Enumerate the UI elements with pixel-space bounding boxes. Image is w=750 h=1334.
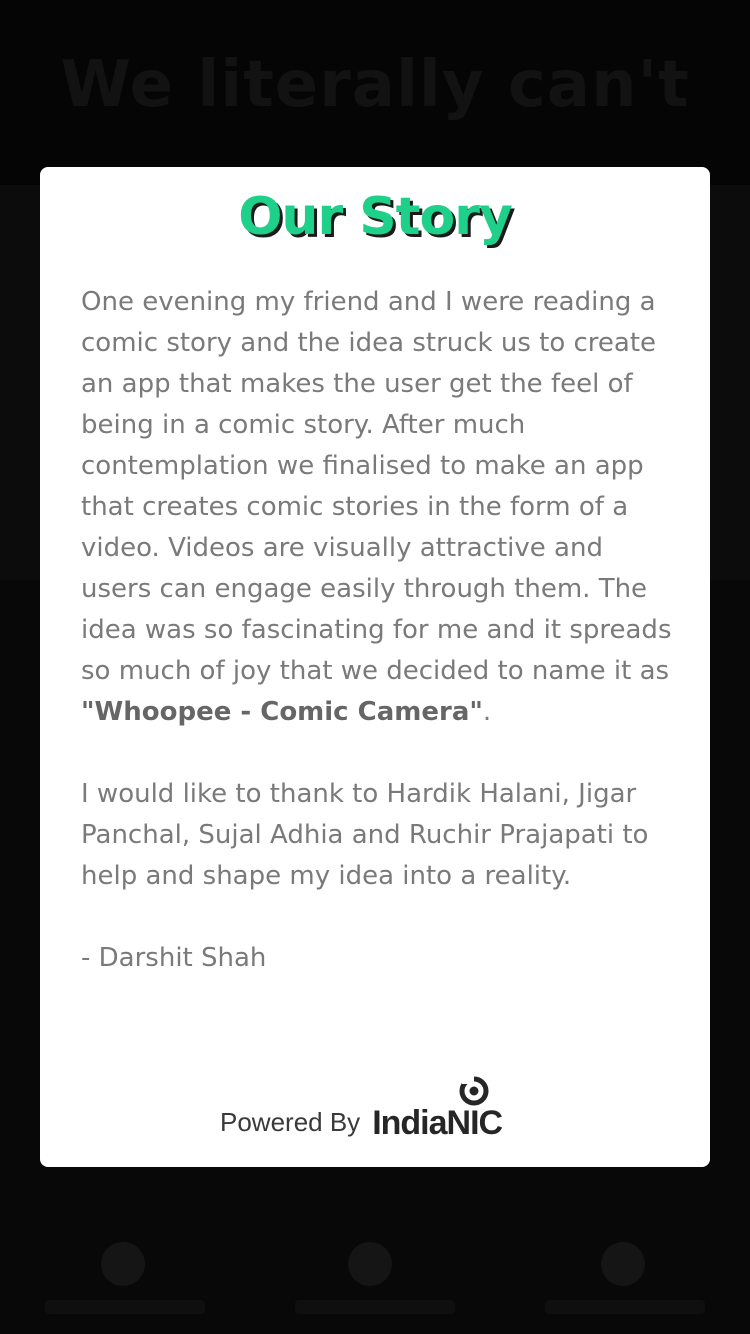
app-name: "Whoopee - Comic Camera"	[81, 697, 483, 727]
bg-nav-icon-left	[101, 1242, 145, 1286]
story-paragraph-1: One evening my friend and I were reading…	[81, 282, 681, 733]
modal-title: Our Story	[238, 187, 513, 247]
powered-by-row[interactable]: Powered By IndiaNIC	[220, 1074, 503, 1146]
story-signature: - Darshit Shah	[81, 943, 267, 973]
bg-nav-label-left	[45, 1300, 205, 1314]
bg-nav-icon-right	[601, 1242, 645, 1286]
bg-nav-label-right	[545, 1300, 705, 1314]
brand-name: IndiaNIC	[372, 1104, 503, 1142]
bg-nav-label-center	[295, 1300, 455, 1314]
story-paragraph-2: I would like to thank to Hardik Halani, …	[81, 779, 649, 891]
powered-by-label: Powered By	[220, 1107, 361, 1137]
story-body: One evening my friend and I were reading…	[81, 282, 681, 1020]
bg-nav-icon-center	[348, 1242, 392, 1286]
background-headline: We literally can't	[60, 48, 690, 122]
brand-logo-wordmark[interactable]: IndiaNIC	[372, 1074, 503, 1146]
story-paragraph-1-end: .	[482, 697, 492, 727]
indianic-swirl-icon	[459, 1074, 489, 1106]
story-paragraph-1-text: One evening my friend and I were reading…	[81, 287, 672, 686]
